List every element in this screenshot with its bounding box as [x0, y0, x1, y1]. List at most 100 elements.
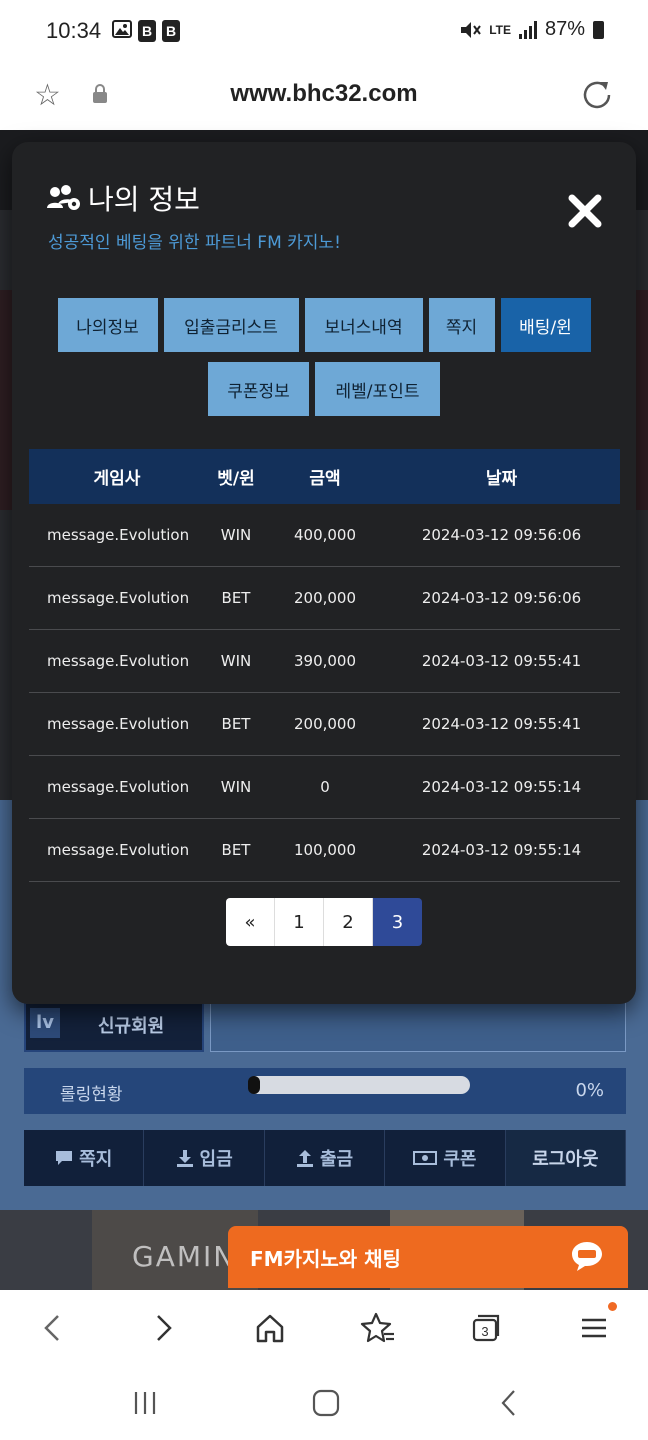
status-notification-icons: B B: [112, 20, 180, 42]
tab-row-2: 쿠폰정보 레벨/포인트: [28, 362, 620, 416]
deposit-button[interactable]: 입금: [144, 1130, 265, 1186]
member-action-bar: 쪽지 입금 출금 쿠폰 로그아웃: [24, 1130, 627, 1186]
cell-amount: 390,000: [293, 652, 357, 670]
cell-type: BET: [221, 589, 251, 607]
tab-messages[interactable]: 쪽지: [428, 298, 495, 352]
level-row: lv 신규회원: [24, 1002, 626, 1052]
tab-row-1: 나의정보 입출금리스트 보너스내역 쪽지 배팅/윈: [28, 298, 620, 352]
tab-betting-win[interactable]: 배팅/윈: [500, 298, 591, 352]
cell-provider: message.Evolution: [47, 652, 190, 670]
chat-button[interactable]: FM카지노와 채팅: [228, 1226, 628, 1288]
download-icon: [176, 1150, 193, 1167]
game-thumbnail-text: GAMIN: [132, 1240, 237, 1273]
logout-button-label: 로그아웃: [532, 1149, 599, 1170]
table-header: 게임사 벳/윈 금액 날짜: [29, 449, 620, 504]
cell-provider: message.Evolution: [47, 526, 190, 544]
browser-toolbar: 3: [0, 1290, 648, 1366]
modal-tabs: 나의정보 입출금리스트 보너스내역 쪽지 배팅/윈 쿠폰정보 레벨/포인트: [28, 298, 620, 426]
message-icon: [56, 1151, 73, 1165]
header-date: 날짜: [485, 469, 518, 489]
cell-provider: message.Evolution: [47, 715, 190, 733]
status-right: LTE 87%: [459, 18, 604, 41]
logout-button[interactable]: 로그아웃: [505, 1130, 627, 1186]
svg-text:3: 3: [481, 1324, 488, 1339]
page-button-2[interactable]: 2: [324, 898, 373, 946]
rolling-percent: 0%: [575, 1080, 604, 1101]
home-icon[interactable]: [252, 1310, 288, 1346]
battery-percent: 87%: [544, 18, 585, 40]
signal-icon: [518, 20, 537, 39]
tab-bonus-history[interactable]: 보너스내역: [304, 298, 423, 352]
menu-icon[interactable]: [576, 1310, 612, 1346]
my-info-modal: 나의 정보 성공적인 베팅을 위한 파트너 FM 카지노! 나의정보 입출금리스…: [12, 142, 636, 1004]
cash-icon: [413, 1151, 438, 1165]
coupon-button-label: 쿠폰: [443, 1149, 477, 1170]
recent-apps-icon[interactable]: [130, 1388, 160, 1418]
reload-icon[interactable]: [580, 78, 614, 112]
tab-deposit-withdraw-list[interactable]: 입출금리스트: [163, 298, 299, 352]
page-button-3[interactable]: 3: [373, 898, 422, 946]
rolling-progress-bar: [248, 1076, 470, 1094]
cell-provider: message.Evolution: [47, 778, 190, 796]
table-row: message.Evolution WIN 390,000 2024-03-12…: [29, 630, 620, 693]
message-button[interactable]: 쪽지: [24, 1130, 145, 1186]
table-row: message.Evolution WIN 400,000 2024-03-12…: [29, 504, 620, 567]
cell-date: 2024-03-12 09:55:41: [421, 652, 582, 670]
table-row: message.Evolution WIN 0 2024-03-12 09:55…: [29, 756, 620, 819]
level-info-box: [210, 1002, 626, 1052]
upload-icon: [296, 1150, 313, 1167]
message-button-label: 쪽지: [79, 1149, 113, 1170]
level-name: 신규회원: [98, 1016, 165, 1037]
back-arrow-icon[interactable]: [36, 1310, 72, 1346]
table-row: message.Evolution BET 200,000 2024-03-12…: [29, 567, 620, 630]
chat-bubble-icon: [572, 1242, 602, 1271]
modal-title: 나의 정보: [88, 183, 200, 216]
tab-coupon-info[interactable]: 쿠폰정보: [208, 362, 309, 416]
deposit-button-label: 입금: [199, 1149, 233, 1170]
cell-amount: 400,000: [293, 526, 357, 544]
url-text[interactable]: www.bhc32.com: [0, 80, 648, 108]
forward-arrow-icon[interactable]: [146, 1310, 182, 1346]
b-app-notification-icon-2: B: [162, 20, 180, 42]
back-button-icon[interactable]: [494, 1388, 524, 1418]
mute-icon: [461, 21, 481, 38]
status-time: 10:34: [46, 18, 102, 43]
close-icon[interactable]: [566, 192, 604, 230]
rolling-progress-fill: [248, 1076, 260, 1094]
b-app-notification-icon: B: [138, 20, 156, 42]
status-bar: 10:34 B B LTE 87%: [0, 0, 648, 64]
rolling-status-row: 롤링현황 0%: [24, 1068, 626, 1114]
battery-icon: [593, 20, 604, 39]
tab-my-info[interactable]: 나의정보: [57, 298, 158, 352]
pagination: « 1 2 3: [226, 898, 422, 946]
header-provider: 게임사: [93, 469, 141, 489]
browser-url-bar: ☆ www.bhc32.com: [0, 64, 648, 130]
network-type-label: LTE: [489, 22, 511, 37]
cell-date: 2024-03-12 09:56:06: [421, 589, 582, 607]
cell-date: 2024-03-12 09:55:14: [421, 778, 582, 796]
cell-type: BET: [221, 841, 251, 859]
level-tag: lv: [30, 1008, 60, 1038]
tabs-icon[interactable]: 3: [468, 1310, 504, 1346]
page-prev-button[interactable]: «: [226, 898, 275, 946]
withdraw-button-label: 출금: [319, 1149, 354, 1170]
home-button-icon[interactable]: [311, 1388, 341, 1418]
cell-date: 2024-03-12 09:55:14: [421, 841, 582, 859]
gallery-notification-icon: [112, 20, 132, 38]
withdraw-button[interactable]: 출금: [264, 1130, 386, 1186]
table-row: message.Evolution BET 200,000 2024-03-12…: [29, 693, 620, 756]
cell-provider: message.Evolution: [47, 589, 190, 607]
cell-amount: 200,000: [293, 589, 357, 607]
cell-type: WIN: [220, 778, 252, 796]
modal-subtitle: 성공적인 베팅을 위한 파트너 FM 카지노!: [48, 233, 341, 253]
page-button-1[interactable]: 1: [275, 898, 324, 946]
menu-notification-dot: [608, 1302, 617, 1311]
tab-level-points[interactable]: 레벨/포인트: [315, 362, 440, 416]
bookmarks-icon[interactable]: [360, 1310, 396, 1346]
header-amount: 금액: [309, 469, 341, 489]
cell-amount: 100,000: [293, 841, 357, 859]
system-nav-bar: [0, 1366, 648, 1440]
cell-type: BET: [221, 715, 251, 733]
coupon-button[interactable]: 쿠폰: [385, 1130, 506, 1186]
table-row: message.Evolution BET 100,000 2024-03-12…: [29, 819, 620, 882]
